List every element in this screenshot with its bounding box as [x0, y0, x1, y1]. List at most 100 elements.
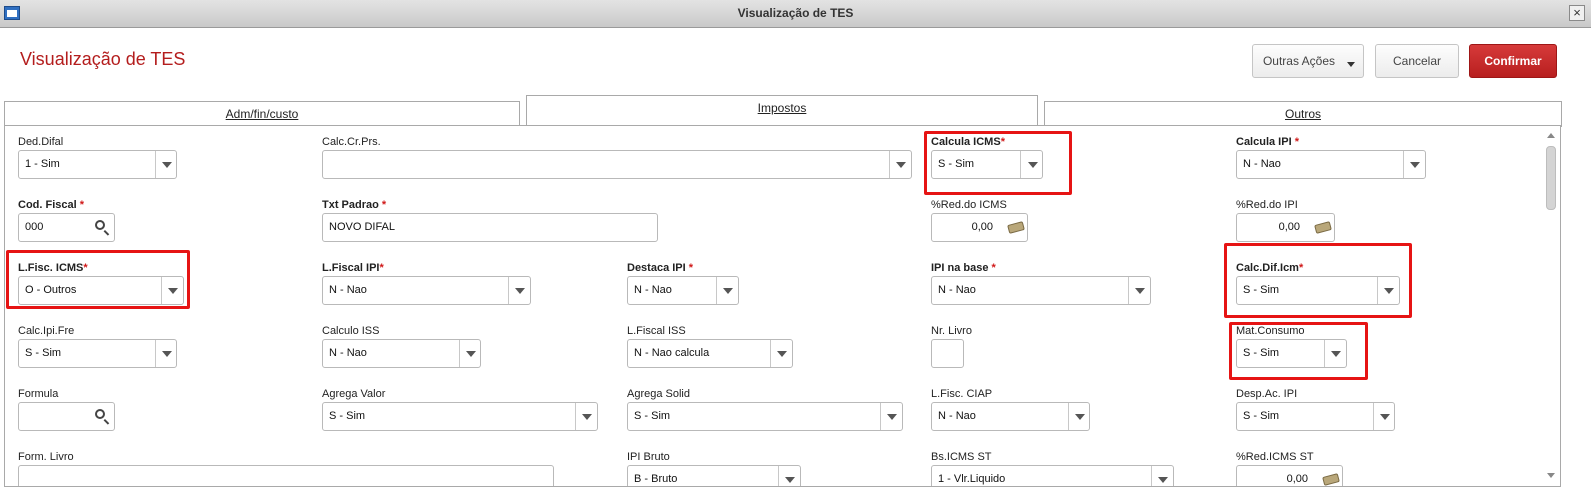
highlight-l-fisc-icms — [6, 250, 190, 309]
field-label: Destaca IPI * — [627, 262, 694, 274]
chevron-down-icon — [1347, 62, 1355, 67]
field-label: L.Fiscal IPI* — [322, 262, 384, 274]
tab-label: Outros — [1284, 107, 1321, 121]
l-fiscal-iss-select[interactable]: N - Nao calcula — [627, 339, 793, 368]
field-label: Formula — [18, 388, 59, 400]
l-fiscal-ipi-select[interactable]: N - Nao — [322, 276, 531, 305]
field-label: Txt Padrao * — [322, 199, 387, 211]
search-icon[interactable] — [95, 220, 105, 230]
select-value: 1 - Vlr.Liquido — [938, 473, 1006, 485]
more-actions-button[interactable]: Outras Ações — [1252, 44, 1364, 78]
agrega-solid-select[interactable]: S - Sim — [627, 402, 903, 431]
tab-outros[interactable]: Outros — [1044, 101, 1562, 127]
chevron-down-icon — [1135, 288, 1145, 294]
select-value: N - Nao — [329, 284, 367, 296]
red-icms-input[interactable]: 0,00 — [931, 213, 1028, 242]
cod-fiscal-input[interactable]: 000 — [18, 213, 115, 242]
select-value: B - Bruto — [634, 473, 678, 485]
bs-icms-st-select[interactable]: 1 - Vlr.Liquido — [931, 465, 1174, 486]
page-title: Visualização de TES — [20, 49, 186, 69]
tab-impostos[interactable]: Impostos — [526, 95, 1038, 125]
chevron-down-icon — [1075, 414, 1085, 420]
field-label: Nr. Livro — [931, 325, 972, 337]
formula-input[interactable] — [18, 402, 115, 431]
select-value: 1 - Sim — [25, 158, 60, 170]
field-label: %Red.do IPI — [1236, 199, 1298, 211]
red-ipi-input[interactable]: 0,00 — [1236, 213, 1335, 242]
l-fisc-ciap-select[interactable]: N - Nao — [931, 402, 1090, 431]
select-value: N - Nao — [938, 284, 976, 296]
ipi-na-base-select[interactable]: N - Nao — [931, 276, 1151, 305]
field-label: IPI Bruto — [627, 451, 670, 463]
txt-padrao-input[interactable]: NOVO DIFAL — [322, 213, 658, 242]
chevron-down-icon — [785, 477, 795, 483]
chevron-down-icon — [582, 414, 592, 420]
vertical-scrollbar[interactable] — [1544, 130, 1558, 480]
field-label: Ded.Difal — [18, 136, 64, 148]
field-label: Form. Livro — [18, 451, 74, 463]
input-value: 0,00 — [1286, 473, 1308, 485]
red-icms-st-input[interactable]: 0,00 — [1236, 465, 1343, 486]
agrega-valor-select[interactable]: S - Sim — [322, 402, 598, 431]
field-label: Agrega Valor — [322, 388, 386, 400]
field-label: Bs.ICMS ST — [931, 451, 992, 463]
calculo-iss-select[interactable]: N - Nao — [322, 339, 481, 368]
window-title: Visualização de TES — [737, 6, 854, 20]
chevron-down-icon — [1158, 477, 1168, 483]
chevron-down-icon — [1380, 414, 1390, 420]
chevron-down-icon — [896, 162, 906, 168]
select-value: S - Sim — [25, 347, 62, 359]
search-icon[interactable] — [95, 409, 105, 419]
ipi-bruto-select[interactable]: B - Bruto — [627, 465, 801, 486]
confirm-button[interactable]: Confirmar — [1469, 44, 1557, 78]
input-value: 000 — [25, 221, 44, 233]
tab-label: Impostos — [757, 101, 807, 115]
select-value: S - Sim — [634, 410, 671, 422]
highlight-mat-consumo — [1229, 322, 1368, 380]
select-value: N - Nao — [1243, 158, 1281, 170]
page-header: Visualização de TES Outras Ações Cancela… — [0, 29, 1591, 93]
select-value: S - Sim — [1243, 410, 1280, 422]
calculator-icon[interactable] — [1314, 221, 1332, 234]
ded-difal-select[interactable]: 1 - Sim — [18, 150, 177, 179]
calc-ipi-fre-select[interactable]: S - Sim — [18, 339, 177, 368]
destaca-ipi-select[interactable]: N - Nao — [627, 276, 739, 305]
select-value: N - Nao — [329, 347, 367, 359]
form-livro-input[interactable] — [18, 465, 554, 486]
chevron-down-icon — [466, 351, 476, 357]
select-value: N - Nao — [634, 284, 672, 296]
more-actions-label: Outras Ações — [1262, 54, 1336, 68]
field-label: %Red.do ICMS — [931, 199, 1007, 211]
calcula-ipi-select[interactable]: N - Nao — [1236, 150, 1426, 179]
calc-cr-prs-select[interactable] — [322, 150, 912, 179]
field-label: Calc.Ipi.Fre — [18, 325, 75, 337]
chevron-down-icon — [723, 288, 733, 294]
field-label: Agrega Solid — [627, 388, 690, 400]
scroll-down-icon[interactable] — [1547, 473, 1555, 478]
desp-ac-ipi-select[interactable]: S - Sim — [1236, 402, 1395, 431]
select-value: N - Nao calcula — [634, 347, 710, 359]
field-label: Calc.Cr.Prs. — [322, 136, 381, 148]
scroll-up-icon[interactable] — [1547, 133, 1555, 138]
nr-livro-input[interactable] — [931, 339, 964, 368]
select-value: N - Nao — [938, 410, 976, 422]
chevron-down-icon — [1410, 162, 1420, 168]
calculator-icon[interactable] — [1007, 221, 1025, 234]
field-label: IPI na base * — [931, 262, 996, 274]
input-value: NOVO DIFAL — [329, 221, 396, 233]
field-label: L.Fiscal ISS — [627, 325, 686, 337]
chevron-down-icon — [777, 351, 787, 357]
field-label: L.Fisc. CIAP — [931, 388, 993, 400]
impostos-panel: Ded.Difal 1 - Sim Calc.Cr.Prs. Calcula I… — [4, 125, 1561, 487]
calculator-icon[interactable] — [1322, 473, 1340, 486]
field-label: Desp.Ac. IPI — [1236, 388, 1298, 400]
field-label: Calculo ISS — [322, 325, 380, 337]
close-icon[interactable]: × — [1569, 5, 1585, 21]
chevron-down-icon — [887, 414, 897, 420]
cancel-button[interactable]: Cancelar — [1375, 44, 1459, 78]
highlight-calc-dif-icm — [1224, 243, 1412, 318]
field-label: Cod. Fiscal * — [18, 199, 85, 211]
chevron-down-icon — [515, 288, 525, 294]
scroll-thumb[interactable] — [1546, 146, 1556, 210]
tab-adm-fin-custo[interactable]: Adm/fin/custo — [4, 101, 520, 127]
